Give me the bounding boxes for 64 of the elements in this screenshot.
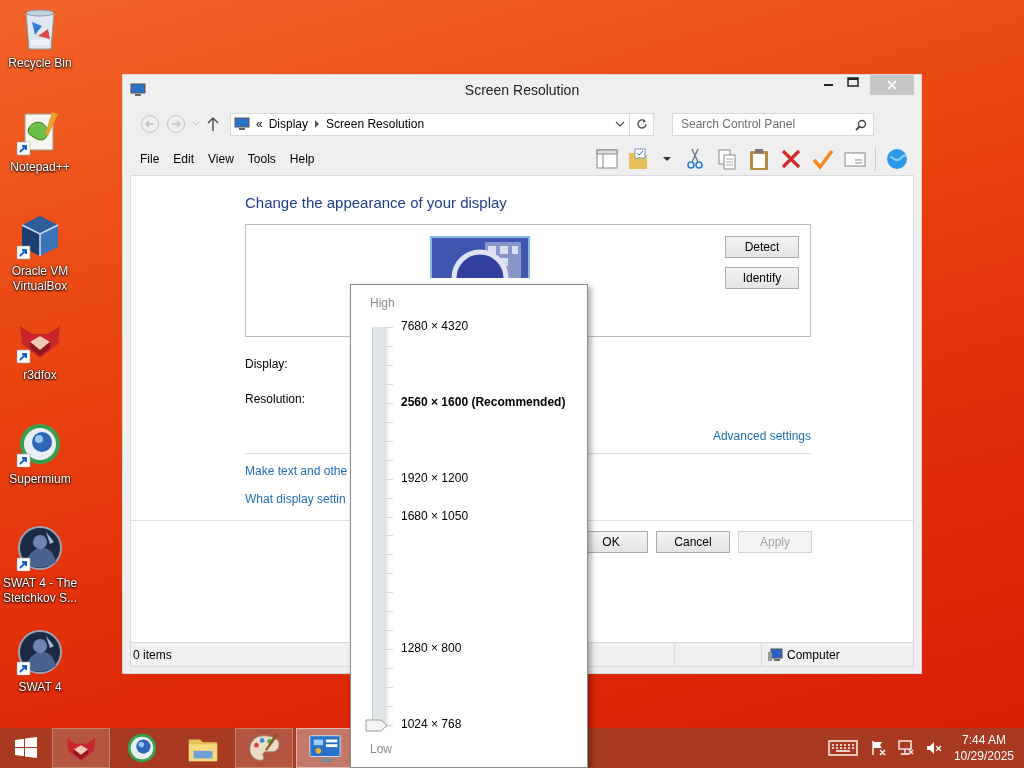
menu-item[interactable]: Tools: [247, 150, 283, 168]
icon-label[interactable]: Supermium: [0, 472, 80, 487]
slider-thumb[interactable]: [365, 719, 389, 732]
field-label: Resolution:: [245, 392, 306, 407]
computer-icon: [767, 647, 783, 662]
display-icon: [234, 117, 250, 131]
resolution-option[interactable]: 1920 × 1200: [401, 470, 469, 486]
menu-item[interactable]: View: [208, 150, 241, 168]
icon-label[interactable]: r3dfox: [0, 368, 80, 383]
resolution-option[interactable]: 1680 × 1050: [401, 508, 469, 524]
clock[interactable]: 7:44 AM 10/29/2025: [953, 732, 1014, 764]
monitor-button[interactable]: Identify: [725, 267, 799, 289]
scale-label: High: [370, 296, 395, 311]
monitor-drawing[interactable]: [430, 236, 530, 278]
resolution-option[interactable]: 1280 × 800: [401, 641, 462, 657]
flag-icon[interactable]: [869, 740, 886, 756]
figure-icon[interactable]: [16, 628, 64, 676]
menu-item[interactable]: File: [140, 150, 167, 168]
layout-pane-icon[interactable]: [595, 147, 619, 171]
window-title: Screen Resolution: [464, 80, 580, 100]
delete-icon[interactable]: [779, 147, 803, 171]
breadcrumb-prefix[interactable]: «: [256, 115, 263, 133]
network-icon[interactable]: [897, 740, 914, 756]
taskbar-button[interactable]: [235, 728, 293, 768]
help-link[interactable]: Make text and othe: [245, 464, 348, 478]
clock-date: 10/29/2025: [953, 748, 1014, 764]
monitor-button[interactable]: Detect: [725, 236, 799, 258]
icon-label[interactable]: Oracle VM VirtualBox: [0, 264, 80, 294]
checkmark-icon[interactable]: [811, 147, 835, 171]
resolution-option[interactable]: 1024 × 768: [401, 717, 462, 732]
chevron-icon[interactable]: [314, 120, 321, 128]
location-label: Computer: [787, 646, 840, 664]
search-icon[interactable]: [855, 118, 867, 131]
globe-icon[interactable]: [884, 147, 908, 171]
window-icon: [130, 83, 146, 97]
dialog-button[interactable]: Cancel: [656, 531, 730, 553]
resolution-option[interactable]: 7680 × 4320: [401, 319, 469, 334]
mute-icon[interactable]: [925, 740, 942, 756]
clock-time: 7:44 AM: [960, 732, 1007, 748]
keyboard-icon[interactable]: [827, 739, 858, 757]
help-link[interactable]: What display settin: [245, 492, 346, 506]
icon-label[interactable]: SWAT 4: [0, 680, 80, 695]
browser-icon[interactable]: [125, 731, 159, 765]
menu-item[interactable]: Edit: [173, 150, 202, 168]
menu-item[interactable]: Help: [289, 150, 322, 168]
up-arrow-icon[interactable]: [206, 116, 220, 132]
icon-label[interactable]: SWAT 4 - The Stetchkov S...: [0, 576, 80, 606]
clipboard-icon[interactable]: [747, 147, 771, 171]
breadcrumb-item[interactable]: Screen Resolution: [326, 115, 425, 133]
page-heading: Change the appearance of your display: [245, 193, 508, 213]
item-count: 0 items: [133, 646, 172, 664]
search-field[interactable]: Search Control Panel: [672, 112, 874, 136]
field-label: Display:: [245, 357, 288, 372]
refresh-icon[interactable]: [635, 118, 648, 130]
start-icon[interactable]: [14, 736, 38, 760]
resolution-option[interactable]: 2560 × 1600 (Recommended): [401, 394, 566, 410]
address-bar[interactable]: « Display Screen Resolution: [230, 112, 654, 136]
maximize-icon[interactable]: [846, 75, 860, 89]
taskbar-button[interactable]: [52, 728, 110, 768]
slider-track[interactable]: [372, 327, 390, 725]
advanced-settings-link[interactable]: Advanced settings: [712, 429, 811, 444]
breadcrumb-item[interactable]: Display: [268, 115, 309, 133]
figure-icon[interactable]: [16, 524, 64, 572]
scale-label: Low: [370, 742, 392, 757]
